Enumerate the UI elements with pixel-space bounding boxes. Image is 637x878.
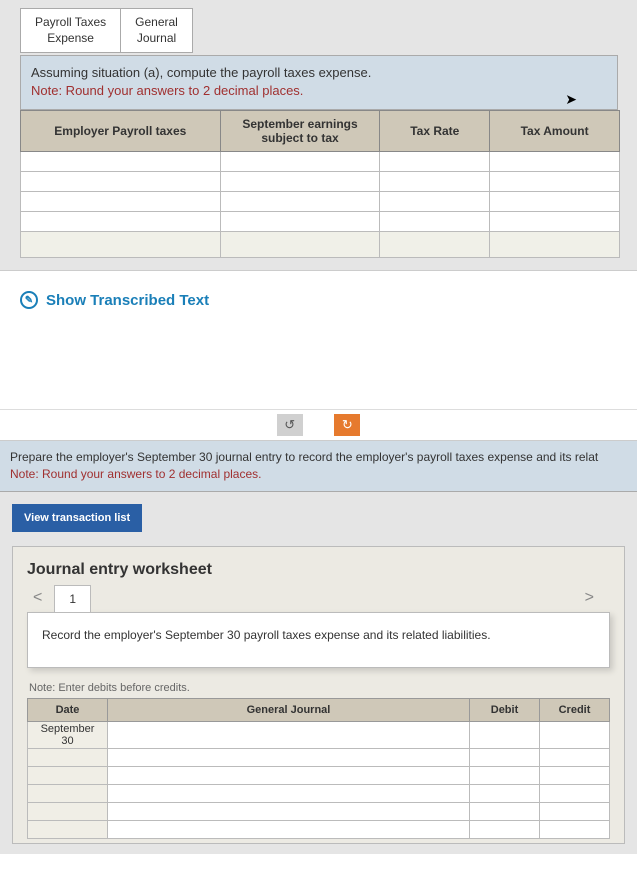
col-header-date: Date [28, 699, 108, 722]
journal-entry-table: Date General Journal Debit Credit Septem… [27, 698, 610, 839]
cell[interactable] [470, 821, 540, 839]
cell[interactable] [21, 211, 221, 231]
cell-total[interactable] [380, 231, 490, 257]
cell[interactable] [470, 722, 540, 749]
cell-date: September 30 [28, 722, 108, 749]
col-header-credit: Credit [540, 699, 610, 722]
tab-payroll-taxes-expense[interactable]: Payroll Taxes Expense [20, 8, 120, 53]
tab-label: Expense [47, 31, 94, 45]
cell[interactable] [28, 803, 108, 821]
cell[interactable] [21, 171, 221, 191]
journal-title: Journal entry worksheet [27, 561, 610, 579]
cell[interactable] [21, 191, 221, 211]
col-header-debit: Debit [470, 699, 540, 722]
instruction-text: Prepare the employer's September 30 jour… [10, 450, 598, 464]
cell[interactable] [28, 821, 108, 839]
cell[interactable] [220, 151, 380, 171]
cell[interactable] [108, 821, 470, 839]
cell[interactable] [540, 821, 610, 839]
cell[interactable] [380, 151, 490, 171]
cell[interactable] [108, 722, 470, 749]
instruction-note: Note: Round your answers to 2 decimal pl… [10, 467, 261, 481]
instruction-bar: Assuming situation (a), compute the payr… [20, 55, 618, 109]
date-line: September [41, 723, 95, 735]
top-tab-bar: Payroll Taxes Expense General Journal [20, 8, 637, 53]
tab-label: Payroll Taxes [35, 15, 106, 29]
cell[interactable] [380, 171, 490, 191]
redo-button[interactable]: ↻ [334, 414, 360, 436]
cell[interactable] [28, 749, 108, 767]
transcribed-section: ✎ Show Transcribed Text [0, 271, 637, 411]
cell[interactable] [28, 767, 108, 785]
cell[interactable] [540, 722, 610, 749]
cell[interactable] [108, 785, 470, 803]
cell-total[interactable] [490, 231, 620, 257]
show-transcribed-link[interactable]: ✎ Show Transcribed Text [20, 291, 209, 309]
cell[interactable] [540, 785, 610, 803]
cell[interactable] [108, 803, 470, 821]
cell[interactable] [490, 151, 620, 171]
view-transaction-button[interactable]: View transaction list [12, 504, 142, 532]
cell[interactable] [470, 767, 540, 785]
cell[interactable] [540, 749, 610, 767]
undo-button[interactable]: ↺ [277, 414, 303, 436]
cell[interactable] [490, 171, 620, 191]
instruction-note: Note: Round your answers to 2 decimal pl… [31, 83, 303, 98]
cursor-icon: ➤ [565, 90, 577, 110]
nav-buttons: ↺ ↻ [0, 410, 637, 440]
cell-total[interactable] [220, 231, 380, 257]
cell[interactable] [470, 749, 540, 767]
instruction-bar-2: Prepare the employer's September 30 jour… [0, 441, 637, 492]
cell[interactable] [380, 211, 490, 231]
cell[interactable] [490, 211, 620, 231]
tab-general-journal[interactable]: General Journal [120, 8, 193, 53]
cell[interactable] [21, 151, 221, 171]
cell[interactable] [28, 785, 108, 803]
cell[interactable] [380, 191, 490, 211]
cell[interactable] [108, 749, 470, 767]
cell[interactable] [220, 191, 380, 211]
cell[interactable] [220, 171, 380, 191]
cell[interactable] [108, 767, 470, 785]
cell[interactable] [540, 767, 610, 785]
tab-label: General [135, 15, 178, 29]
cell[interactable] [490, 191, 620, 211]
prev-entry-button[interactable]: < [27, 589, 48, 607]
journal-tab-bar: < 1 > [27, 585, 610, 612]
date-line: 30 [61, 735, 73, 747]
journal-tab-1[interactable]: 1 [54, 585, 91, 612]
instruction-text: Assuming situation (a), compute the payr… [31, 65, 371, 80]
col-header-earnings: September earnings subject to tax [220, 110, 380, 151]
next-entry-button[interactable]: > [579, 589, 600, 607]
col-header-tax-amount: Tax Amount [490, 110, 620, 151]
journal-worksheet: Journal entry worksheet < 1 > Record the… [12, 546, 625, 845]
payroll-taxes-table: Employer Payroll taxes September earning… [20, 110, 620, 258]
transcribed-label: Show Transcribed Text [46, 292, 209, 309]
cell[interactable] [470, 785, 540, 803]
col-header-employer-taxes: Employer Payroll taxes [21, 110, 221, 151]
note-debits-before-credits: Note: Enter debits before credits. [29, 682, 610, 694]
tab-label: Journal [137, 31, 176, 45]
cell[interactable] [540, 803, 610, 821]
cell[interactable] [470, 803, 540, 821]
transcribe-icon: ✎ [20, 291, 38, 309]
col-header-tax-rate: Tax Rate [380, 110, 490, 151]
col-header-general-journal: General Journal [108, 699, 470, 722]
record-description: Record the employer's September 30 payro… [27, 612, 610, 669]
cell[interactable] [220, 211, 380, 231]
cell-total[interactable] [21, 231, 221, 257]
